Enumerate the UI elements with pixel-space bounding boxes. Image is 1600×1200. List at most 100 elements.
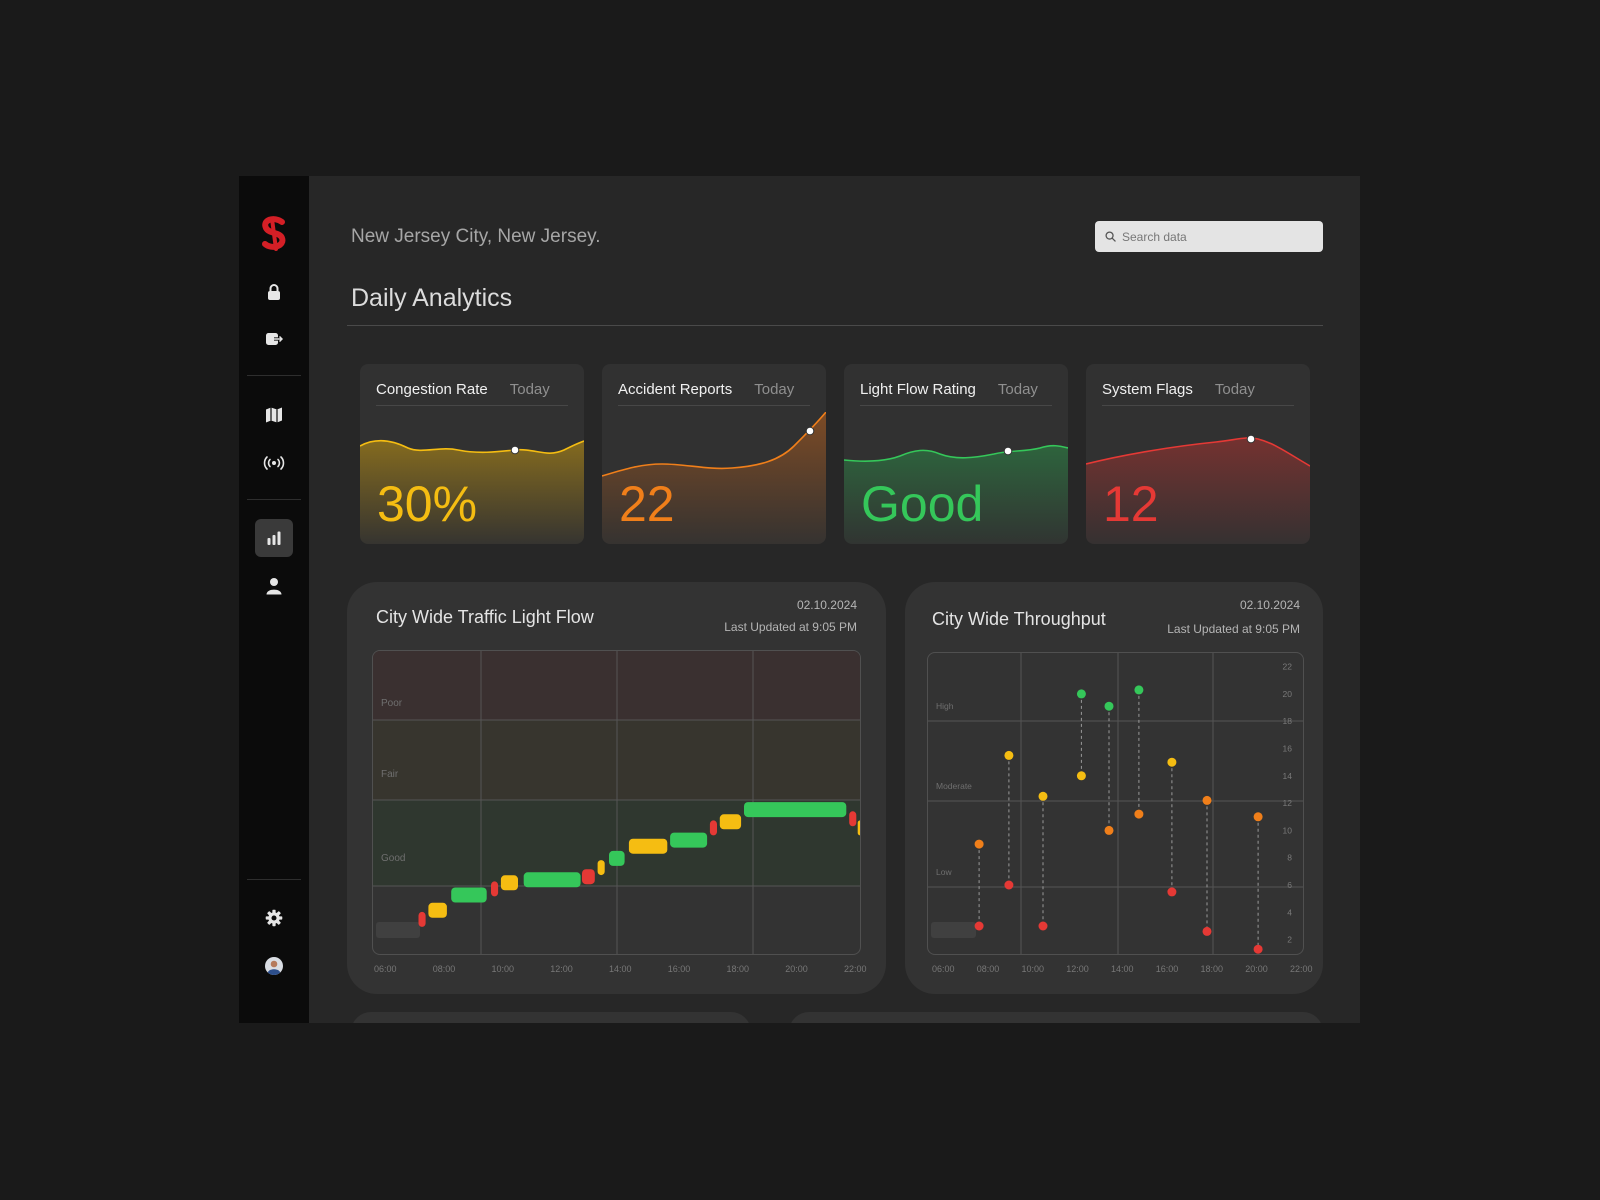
y-tick: 22 [1283,662,1293,672]
flow-segment-1 [428,902,447,918]
kpi-value: 12 [1103,476,1159,532]
flow-segment-6 [582,869,595,885]
kpi-value: 30% [377,476,478,532]
throughput-high-point-3 [1076,689,1086,699]
x-tick: 16:00 [667,964,691,974]
kpi-card-light-flow[interactable]: Light Flow Rating Today Good [844,364,1068,544]
flow-segment-0 [418,911,426,927]
card-title: City Wide Traffic Light Flow [376,607,594,627]
flow-segment-3 [491,881,499,897]
x-tick: 14:00 [1111,964,1134,974]
lock-icon [268,284,280,300]
band-label-poor: Poor [381,698,403,709]
flow-segment-4 [500,875,518,891]
kpi-title: System Flags [1102,381,1193,398]
band-label-fair: Fair [381,769,399,780]
sidebar-item-broadcast[interactable] [255,444,293,482]
sidebar-item-map[interactable] [255,396,293,434]
y-tick: 12 [1283,798,1293,808]
kpi-header: Light Flow Rating Today [860,381,1052,406]
throughput-plot: High Moderate Low 2 4 6 8 10 12 14 16 18 20 22 [928,653,1303,954]
y-tick: 4 [1287,907,1292,917]
main-content: New Jersey City, New Jersey. Daily Analy… [309,176,1360,1023]
band-label-low: Low [936,867,952,877]
throughput-low-point-7 [1202,926,1212,936]
flow-segment-2 [451,887,487,903]
avatar[interactable] [255,947,293,985]
sidebar-item-lock[interactable] [255,273,293,311]
flow-segment-8 [609,850,625,866]
band-label-good: Good [381,853,405,864]
flow-segment-5 [523,872,581,888]
y-tick: 18 [1283,716,1293,726]
kpi-card-system-flags[interactable]: System Flags Today 12 [1086,364,1310,544]
x-tick: 06:00 [932,964,955,974]
sidebar-divider [247,499,301,500]
throughput-low-point-6 [1167,887,1177,897]
band-label-high: High [936,701,954,711]
x-tick: 06:00 [374,964,397,974]
x-tick: 14:00 [609,964,632,974]
band-label-moderate: Moderate [936,781,972,791]
brand-logo-icon [262,216,286,251]
x-tick: 16:00 [1155,964,1179,974]
kpi-period: Today [754,381,795,398]
x-tick: 22:00 [1290,964,1313,974]
map-icon [266,407,282,423]
x-tick: 20:00 [1245,964,1268,974]
kpi-header: System Flags Today [1102,381,1294,406]
flow-segment-9 [628,838,668,854]
throughput-high-point-7 [1202,795,1212,805]
throughput-high-point-6 [1167,757,1177,767]
sidebar-item-user[interactable] [255,567,293,605]
throughput-low-point-3 [1076,771,1086,781]
x-tick: 22:00 [844,964,867,974]
gear-icon [265,909,283,927]
throughput-low-point-2 [1038,921,1048,931]
throughput-low-point-1 [1004,880,1014,890]
page-title: Daily Analytics [351,284,513,312]
y-tick: 8 [1287,853,1292,863]
x-tick: 18:00 [1200,964,1224,974]
card-title: City Wide Throughput [932,609,1106,629]
y-tick: 16 [1283,744,1293,754]
y-tick: 6 [1287,880,1292,890]
throughput-low-point-4 [1104,825,1114,835]
kpi-card-congestion[interactable]: Congestion Rate Today 30% [360,364,584,544]
y-tick: 2 [1287,935,1292,945]
user-icon [266,578,282,595]
kpi-value: Good [861,476,984,532]
title-divider [347,325,1323,326]
sidebar-item-logout[interactable] [255,320,293,358]
flow-segment-7 [597,860,605,876]
throughput-high-point-1 [1004,750,1014,760]
sidebar-divider [247,879,301,880]
bar-chart-icon [267,531,281,545]
throughput-high-point-8 [1253,812,1263,822]
kpi-card-accidents[interactable]: Accident Reports Today 22 [602,364,826,544]
sidebar-item-settings[interactable] [255,899,293,937]
location-label: New Jersey City, New Jersey. [351,226,601,247]
search-icon [1105,231,1116,242]
sidebar-item-analytics[interactable] [255,519,293,557]
throughput-chart: High Moderate Low 2 4 6 8 10 12 14 16 18 20 22 [927,652,1304,955]
kpi-title: Congestion Rate [376,381,488,398]
kpi-period: Today [1214,381,1255,398]
flow-segment-10 [670,832,708,848]
x-tick: 12:00 [550,964,573,974]
x-tick: 20:00 [785,964,808,974]
sidebar-divider [247,375,301,376]
card-date: 02.10.2024 [1239,598,1300,612]
throughput-high-point-4 [1104,701,1114,711]
x-tick: 18:00 [726,964,750,974]
search-box[interactable] [1095,221,1323,252]
kpi-title: Light Flow Rating [860,381,976,398]
throughput-low-point-8 [1253,944,1263,954]
chart-scroll-handle [376,922,420,938]
sidebar [239,176,309,1023]
search-input[interactable] [1122,229,1312,244]
x-tick: 10:00 [491,964,515,974]
throughput-low-point-0 [974,921,984,931]
next-card-partial [789,1012,1323,1023]
logout-icon [266,333,283,345]
